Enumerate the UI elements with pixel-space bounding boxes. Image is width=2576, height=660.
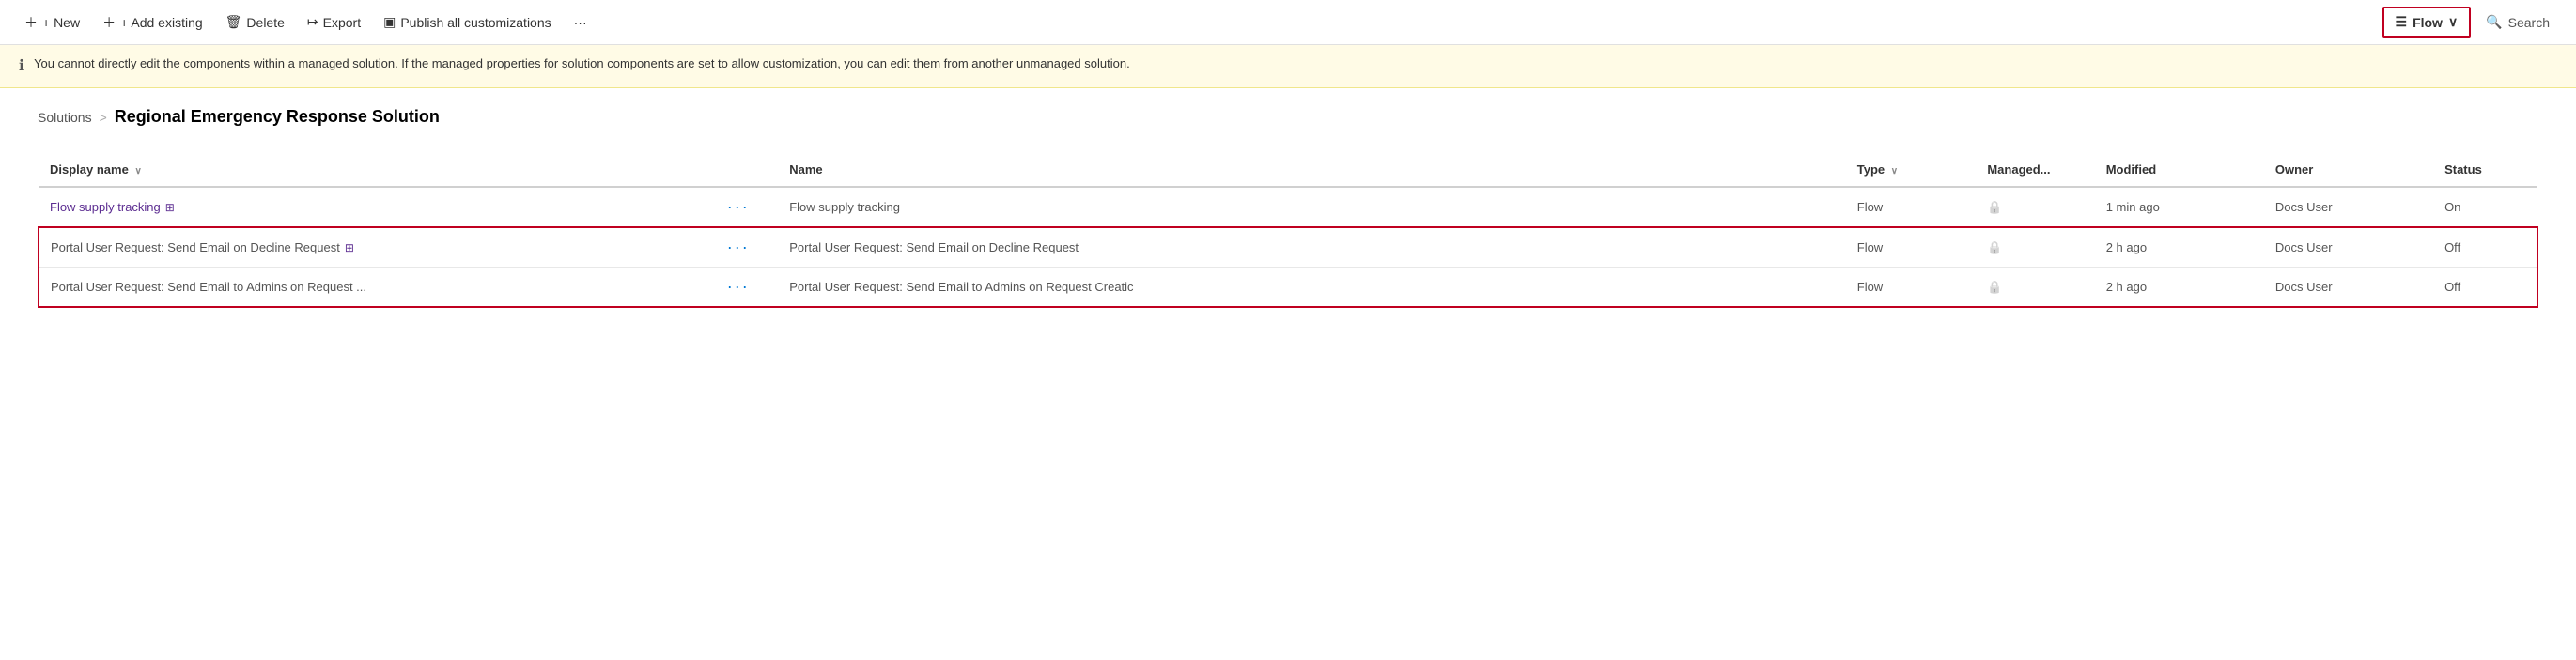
row-status: Off <box>2433 227 2537 268</box>
table-row: Portal User Request: Send Email on Decli… <box>39 227 2537 268</box>
info-icon: ℹ <box>19 55 24 78</box>
col-header-type[interactable]: Type ∨ <box>1846 153 1977 187</box>
trash-icon: 🗑 <box>225 14 242 30</box>
col-header-name: Name <box>778 153 1846 187</box>
new-label: + New <box>42 15 80 30</box>
row-name: Portal User Request: Send Email to Admin… <box>778 268 1846 308</box>
add-existing-label: + Add existing <box>120 15 203 30</box>
toolbar: ＋ + New ＋ + Add existing 🗑 Delete ↦ Expo… <box>0 0 2576 45</box>
row-more-button[interactable]: ··· <box>727 238 750 256</box>
flow-filter-button[interactable]: ☰ Flow ∨ <box>2382 7 2472 38</box>
search-label: Search <box>2508 15 2550 30</box>
export-icon: ↦ <box>307 14 318 30</box>
table-header-row: Display name ∨ Name Type ∨ Managed... Mo… <box>39 153 2537 187</box>
add-existing-button[interactable]: ＋ + Add existing <box>93 8 212 38</box>
lock-icon: 🔒 <box>1987 240 2002 254</box>
search-button[interactable]: 🔍 Search <box>2475 8 2561 36</box>
display-name-text: Portal User Request: Send Email to Admin… <box>51 280 366 294</box>
publish-button[interactable]: ▣ Publish all customizations <box>374 8 561 36</box>
row-modified: 2 h ago <box>2095 268 2264 308</box>
row-modified: 2 h ago <box>2095 227 2264 268</box>
search-icon: 🔍 <box>2486 14 2502 30</box>
lock-icon: 🔒 <box>1987 200 2002 214</box>
col-header-status: Status <box>2433 153 2537 187</box>
row-name: Portal User Request: Send Email on Decli… <box>778 227 1846 268</box>
more-icon: ··· <box>574 15 587 30</box>
row-type: Flow <box>1846 268 1977 308</box>
row-type: Flow <box>1846 227 1977 268</box>
breadcrumb-parent[interactable]: Solutions <box>38 110 92 125</box>
more-button[interactable]: ··· <box>565 9 597 36</box>
publish-label: Publish all customizations <box>400 15 551 30</box>
lock-icon: 🔒 <box>1987 280 2002 294</box>
breadcrumb-separator: > <box>100 110 107 125</box>
row-status: On <box>2433 187 2537 227</box>
warning-text: You cannot directly edit the components … <box>34 54 1130 73</box>
col-header-owner: Owner <box>2264 153 2433 187</box>
chevron-down-icon: ∨ <box>2448 14 2458 30</box>
plus-icon: ＋ <box>24 13 38 32</box>
row-owner: Docs User <box>2264 268 2433 308</box>
row-managed: 🔒 <box>1976 268 2094 308</box>
external-link-icon[interactable]: ⊞ <box>165 201 175 214</box>
publish-icon: ▣ <box>383 14 396 30</box>
col-header-display-name[interactable]: Display name ∨ <box>39 153 716 187</box>
row-status: Off <box>2433 268 2537 308</box>
row-managed: 🔒 <box>1976 187 2094 227</box>
delete-button[interactable]: 🗑 Delete <box>216 8 294 36</box>
export-button[interactable]: ↦ Export <box>298 8 370 36</box>
sort-icon-type: ∨ <box>1891 166 1898 177</box>
col-header-more <box>716 153 779 187</box>
display-name-text: Portal User Request: Send Email on Decli… <box>51 240 340 254</box>
flow-filter-label: Flow <box>2413 15 2443 30</box>
row-managed: 🔒 <box>1976 227 2094 268</box>
col-header-modified: Modified <box>2095 153 2264 187</box>
row-more-button[interactable]: ··· <box>727 197 750 216</box>
table-row: Portal User Request: Send Email to Admin… <box>39 268 2537 308</box>
col-header-managed: Managed... <box>1976 153 2094 187</box>
solutions-table: Display name ∨ Name Type ∨ Managed... Mo… <box>38 153 2538 308</box>
row-owner: Docs User <box>2264 227 2433 268</box>
external-link-icon[interactable]: ⊞ <box>345 241 354 254</box>
row-type: Flow <box>1846 187 1977 227</box>
row-more-button[interactable]: ··· <box>727 277 750 296</box>
row-owner: Docs User <box>2264 187 2433 227</box>
main-content: Display name ∨ Name Type ∨ Managed... Mo… <box>0 134 2576 327</box>
sort-icon-display: ∨ <box>134 166 141 177</box>
new-button[interactable]: ＋ + New <box>15 8 89 38</box>
warning-banner: ℹ You cannot directly edit the component… <box>0 45 2576 88</box>
row-name: Flow supply tracking <box>778 187 1846 227</box>
hamburger-icon: ☰ <box>2396 14 2408 30</box>
export-label: Export <box>323 15 361 30</box>
plus-add-icon: ＋ <box>102 13 116 32</box>
delete-label: Delete <box>246 15 284 30</box>
display-name-link[interactable]: Flow supply tracking <box>50 200 161 214</box>
breadcrumb-current: Regional Emergency Response Solution <box>115 107 440 127</box>
breadcrumb: Solutions > Regional Emergency Response … <box>0 88 2576 134</box>
row-modified: 1 min ago <box>2095 187 2264 227</box>
table-row: Flow supply tracking ⊞ ··· Flow supply trac… <box>39 187 2537 227</box>
